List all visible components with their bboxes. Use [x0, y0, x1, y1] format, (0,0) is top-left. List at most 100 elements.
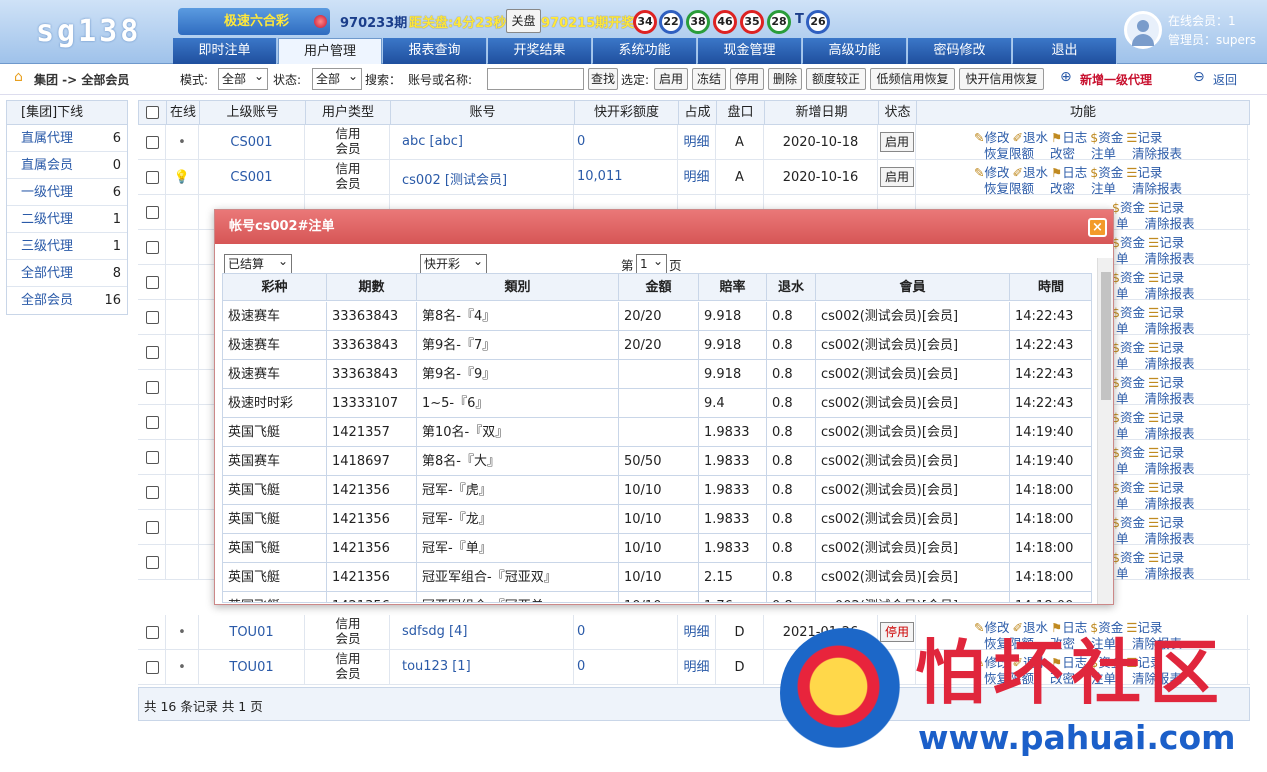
row-checkbox[interactable]: [146, 381, 159, 394]
credit-amount[interactable]: 0: [577, 624, 585, 639]
sidebar-item[interactable]: 二级代理 1: [7, 206, 127, 233]
row-checkbox[interactable]: [146, 346, 159, 359]
back-button[interactable]: 返回: [1213, 71, 1237, 88]
page-select[interactable]: 1: [636, 252, 667, 274]
account-link[interactable]: tou123 [1]: [402, 659, 471, 674]
parent-account[interactable]: CS001: [199, 160, 304, 195]
tab-logout[interactable]: 退出: [1013, 38, 1117, 64]
scrollbar-thumb[interactable]: [1101, 272, 1111, 400]
func-link[interactable]: 清除报表: [1145, 216, 1195, 231]
settled-filter-select[interactable]: 已结算: [224, 252, 292, 274]
credit-amount[interactable]: 10,011: [577, 169, 623, 184]
credit-correct-button[interactable]: 额度较正: [806, 68, 866, 90]
func-link[interactable]: 单: [1116, 286, 1129, 301]
row-checkbox[interactable]: [146, 416, 159, 429]
func-link[interactable]: 清除报表: [1145, 391, 1195, 406]
parent-account[interactable]: TOU01: [199, 650, 304, 685]
share-detail-link[interactable]: 明细: [678, 160, 715, 195]
sidebar-item[interactable]: 全部代理 8: [7, 260, 127, 287]
func-link[interactable]: 清除报表: [1145, 566, 1195, 581]
func-links-line2[interactable]: 单 清除报表: [1116, 563, 1211, 582]
tab-system[interactable]: 系统功能: [593, 38, 697, 64]
state-button[interactable]: 启用: [880, 132, 914, 152]
add-agent-button[interactable]: 新增一级代理: [1080, 71, 1152, 88]
game-type-select[interactable]: 快开彩: [420, 252, 487, 274]
func-link[interactable]: 单: [1116, 531, 1129, 546]
close-market-button[interactable]: 关盘: [506, 9, 541, 33]
sidebar-item[interactable]: 直属代理 6: [7, 125, 127, 152]
tab-user-management[interactable]: 用户管理: [278, 38, 382, 64]
tab-live-bets[interactable]: 即时注单: [173, 38, 277, 64]
row-checkbox[interactable]: [146, 556, 159, 569]
share-detail-link[interactable]: 明细: [678, 125, 715, 160]
lottery-selector[interactable]: 极速六合彩: [178, 8, 330, 35]
breadcrumb[interactable]: 集团 -> 全部会员: [34, 71, 129, 88]
modal-scrollbar[interactable]: [1097, 258, 1113, 604]
func-link[interactable]: 清除报表: [1145, 496, 1195, 511]
row-checkbox[interactable]: [146, 171, 159, 184]
func-link[interactable]: 清除报表: [1145, 531, 1195, 546]
share-detail-link[interactable]: 明细: [678, 650, 715, 685]
func-link[interactable]: 清除报表: [1145, 251, 1195, 266]
search-input[interactable]: [487, 68, 584, 90]
func-link[interactable]: 改密: [1050, 181, 1075, 196]
disable-button[interactable]: 停用: [730, 68, 764, 90]
sidebar-item[interactable]: 直属会员 0: [7, 152, 127, 179]
tab-advanced[interactable]: 高级功能: [803, 38, 907, 64]
state-button[interactable]: 启用: [880, 167, 914, 187]
row-checkbox[interactable]: [146, 241, 159, 254]
func-link[interactable]: 改密: [1050, 146, 1075, 161]
row-checkbox[interactable]: [146, 661, 159, 674]
row-checkbox[interactable]: [146, 276, 159, 289]
credit-amount[interactable]: 0: [577, 134, 585, 149]
func-link[interactable]: 清除报表: [1132, 181, 1182, 196]
row-checkbox[interactable]: [146, 311, 159, 324]
func-link[interactable]: 单: [1116, 216, 1129, 231]
row-checkbox[interactable]: [146, 626, 159, 639]
func-link[interactable]: 恢复限额: [984, 146, 1034, 161]
status-select[interactable]: 全部: [312, 66, 362, 90]
account-link[interactable]: cs002 [测试会员]: [402, 169, 507, 188]
account-link[interactable]: sdfsdg [4]: [402, 624, 467, 639]
account-link[interactable]: abc [abc]: [402, 134, 463, 149]
func-link[interactable]: 恢复限额: [984, 181, 1034, 196]
sidebar-item[interactable]: 全部会员 16: [7, 287, 127, 314]
share-detail-link[interactable]: 明细: [678, 615, 715, 650]
delete-button[interactable]: 删除: [768, 68, 802, 90]
func-link[interactable]: 单: [1116, 566, 1129, 581]
func-link[interactable]: 单: [1116, 356, 1129, 371]
tab-reports[interactable]: 报表查询: [383, 38, 487, 64]
func-link[interactable]: 清除报表: [1145, 461, 1195, 476]
func-link[interactable]: 单: [1116, 391, 1129, 406]
func-link[interactable]: 清除报表: [1145, 286, 1195, 301]
credit-amount[interactable]: 0: [577, 659, 585, 674]
row-checkbox[interactable]: [146, 206, 159, 219]
fast-restore-button[interactable]: 快开信用恢复: [959, 68, 1044, 90]
parent-account[interactable]: TOU01: [199, 615, 304, 650]
func-link[interactable]: 清除报表: [1145, 426, 1195, 441]
row-checkbox[interactable]: [146, 521, 159, 534]
mode-select[interactable]: 全部: [218, 66, 268, 90]
row-checkbox[interactable]: [146, 451, 159, 464]
freeze-button[interactable]: 冻结: [692, 68, 726, 90]
sidebar-item[interactable]: 三级代理 1: [7, 233, 127, 260]
row-checkbox[interactable]: [146, 136, 159, 149]
find-button[interactable]: 查找: [588, 68, 618, 90]
parent-account[interactable]: CS001: [199, 125, 304, 160]
func-link[interactable]: 单: [1116, 321, 1129, 336]
select-all-checkbox[interactable]: [146, 106, 159, 119]
row-checkbox[interactable]: [146, 486, 159, 499]
tab-cash[interactable]: 现金管理: [698, 38, 802, 64]
func-link[interactable]: 单: [1116, 426, 1129, 441]
low-freq-restore-button[interactable]: 低频信用恢复: [870, 68, 955, 90]
func-link[interactable]: 单: [1116, 496, 1129, 511]
func-link[interactable]: 单: [1116, 251, 1129, 266]
func-link[interactable]: 清除报表: [1145, 356, 1195, 371]
func-link[interactable]: 清除报表: [1132, 146, 1182, 161]
tab-password[interactable]: 密码修改: [908, 38, 1012, 64]
func-link[interactable]: 单: [1116, 461, 1129, 476]
close-icon[interactable]: ×: [1088, 218, 1107, 237]
enable-button[interactable]: 启用: [654, 68, 688, 90]
sidebar-item[interactable]: 一级代理 6: [7, 179, 127, 206]
tab-draw-results[interactable]: 开奖结果: [488, 38, 592, 64]
